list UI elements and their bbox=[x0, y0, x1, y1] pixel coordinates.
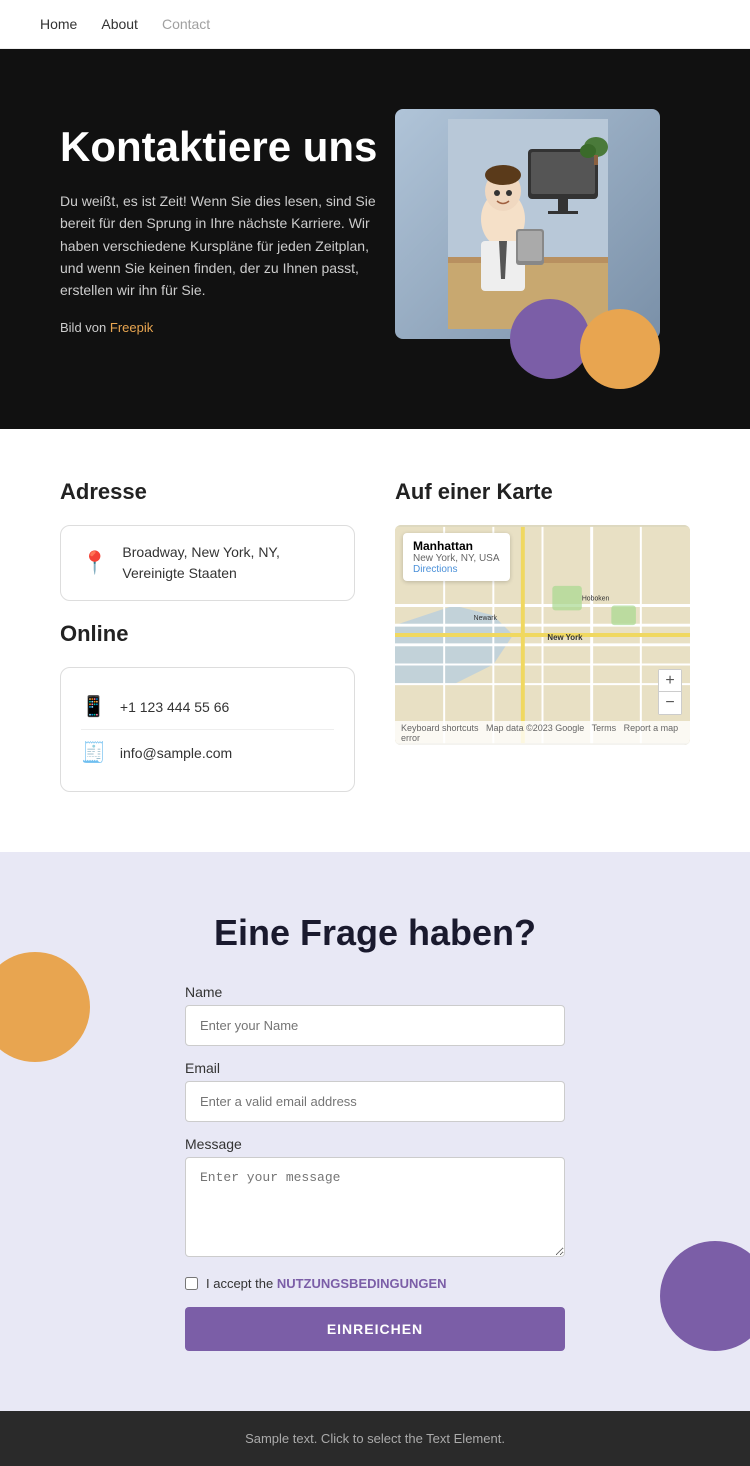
nav-about[interactable]: About bbox=[101, 16, 138, 32]
form-container: Name Email Message I accept the NUTZUNGS… bbox=[185, 984, 565, 1351]
phone-icon: 📱 bbox=[81, 694, 106, 719]
hero-description: Du weißt, es ist Zeit! Wenn Sie dies les… bbox=[60, 190, 380, 302]
contact-right: Auf einer Karte bbox=[395, 479, 690, 812]
form-section: Eine Frage haben? Name Email Message I a… bbox=[0, 852, 750, 1411]
map-footer: Keyboard shortcuts Map data ©2023 Google… bbox=[395, 721, 690, 745]
phone-row: 📱 +1 123 444 55 66 bbox=[81, 684, 334, 730]
map-footer-text: Keyboard shortcuts Map data ©2023 Google… bbox=[401, 723, 684, 743]
terms-row: I accept the NUTZUNGSBEDINGUNGEN bbox=[185, 1276, 565, 1291]
footer-text: Sample text. Click to select the Text El… bbox=[245, 1431, 505, 1446]
email-input[interactable] bbox=[185, 1081, 565, 1122]
form-circle-orange bbox=[0, 952, 90, 1062]
map-directions[interactable]: Directions bbox=[413, 564, 500, 575]
terms-label: I accept the NUTZUNGSBEDINGUNGEN bbox=[206, 1276, 447, 1291]
email-row: 🧾 info@sample.com bbox=[81, 730, 334, 775]
map-location-sub: New York, NY, USA bbox=[413, 553, 500, 564]
map-zoom-in[interactable]: + bbox=[659, 670, 681, 692]
name-label: Name bbox=[185, 984, 565, 1000]
message-label: Message bbox=[185, 1136, 565, 1152]
hero-image-area bbox=[380, 109, 690, 369]
hero-circle-purple bbox=[510, 299, 590, 379]
phone-text: +1 123 444 55 66 bbox=[120, 699, 229, 715]
nav-contact[interactable]: Contact bbox=[162, 16, 210, 32]
hero-section: Kontaktiere uns Du weißt, es ist Zeit! W… bbox=[0, 49, 750, 429]
hero-text-block: Kontaktiere uns Du weißt, es ist Zeit! W… bbox=[60, 124, 380, 355]
footer: Sample text. Click to select the Text El… bbox=[0, 1411, 750, 1466]
map-title: Auf einer Karte bbox=[395, 479, 690, 505]
svg-text:New York: New York bbox=[547, 633, 583, 642]
name-input[interactable] bbox=[185, 1005, 565, 1046]
map-info-box: Manhattan New York, NY, USA Directions bbox=[403, 533, 510, 581]
location-icon: 📍 bbox=[81, 550, 108, 576]
map-location-name: Manhattan bbox=[413, 539, 500, 553]
email-text: info@sample.com bbox=[120, 745, 232, 761]
navbar: Home About Contact bbox=[0, 0, 750, 49]
name-group: Name bbox=[185, 984, 565, 1046]
svg-text:Newark: Newark bbox=[474, 615, 498, 622]
hero-image-credit: Bild von Freepik bbox=[60, 318, 380, 339]
email-icon: 🧾 bbox=[81, 740, 106, 765]
message-input[interactable] bbox=[185, 1157, 565, 1257]
email-group: Email bbox=[185, 1060, 565, 1122]
contact-form: Name Email Message I accept the NUTZUNGS… bbox=[185, 984, 565, 1351]
map-zoom-out[interactable]: − bbox=[659, 692, 681, 714]
terms-checkbox[interactable] bbox=[185, 1277, 198, 1290]
form-title: Eine Frage haben? bbox=[40, 912, 710, 954]
nav-home[interactable]: Home bbox=[40, 16, 77, 32]
online-title: Online bbox=[60, 621, 355, 647]
message-group: Message bbox=[185, 1136, 565, 1262]
freepik-link[interactable]: Freepik bbox=[110, 320, 153, 335]
address-text: Broadway, New York, NY, Vereinigte Staat… bbox=[122, 542, 334, 584]
address-title: Adresse bbox=[60, 479, 355, 505]
email-label: Email bbox=[185, 1060, 565, 1076]
contact-left: Adresse 📍 Broadway, New York, NY, Verein… bbox=[60, 479, 355, 812]
address-box: 📍 Broadway, New York, NY, Vereinigte Sta… bbox=[60, 525, 355, 601]
terms-link[interactable]: NUTZUNGSBEDINGUNGEN bbox=[277, 1276, 447, 1291]
hero-title: Kontaktiere uns bbox=[60, 124, 380, 170]
form-circle-purple bbox=[660, 1241, 750, 1351]
contact-info-section: Adresse 📍 Broadway, New York, NY, Verein… bbox=[0, 429, 750, 852]
svg-text:Hoboken: Hoboken bbox=[582, 596, 610, 603]
map-placeholder: New York Newark Hoboken Manhattan New Yo… bbox=[395, 525, 690, 745]
map-zoom-controls: + − bbox=[658, 669, 682, 715]
hero-circle-orange bbox=[580, 309, 660, 389]
online-box: 📱 +1 123 444 55 66 🧾 info@sample.com bbox=[60, 667, 355, 792]
submit-button[interactable]: EINREICHEN bbox=[185, 1307, 565, 1351]
